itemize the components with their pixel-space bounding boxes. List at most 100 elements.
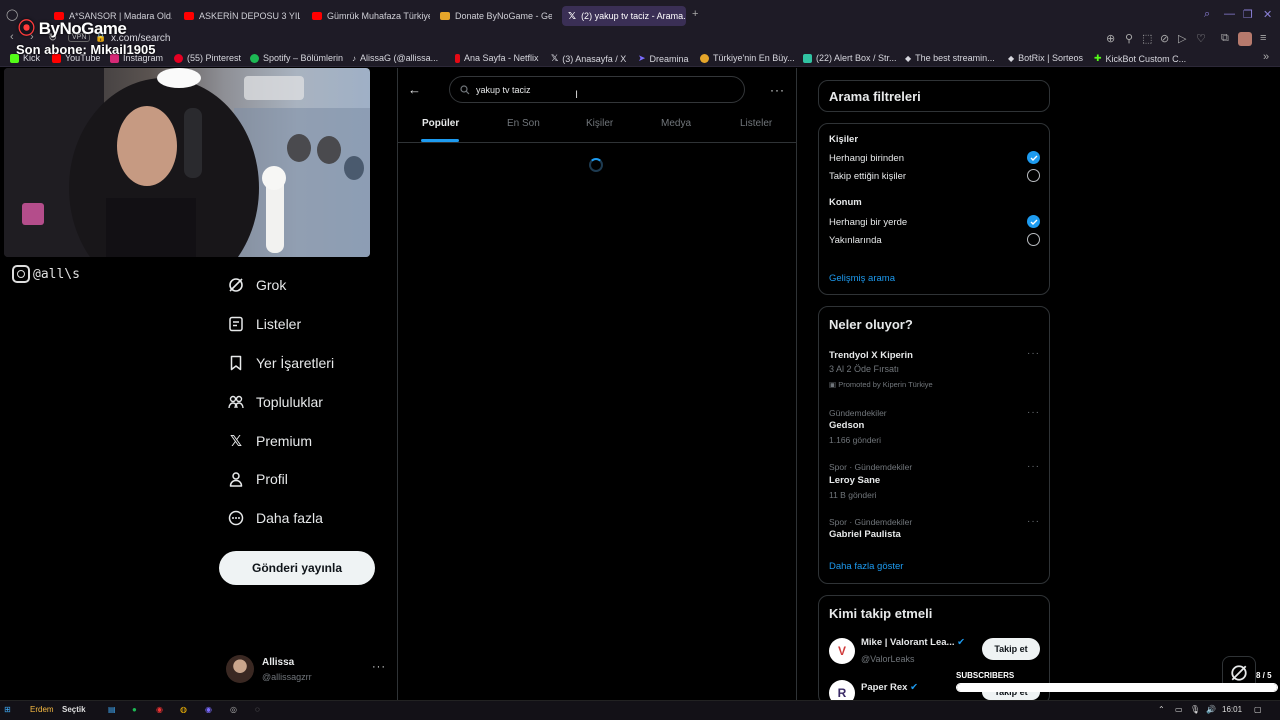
browser-tab-active[interactable]: 𝕏 (2) yakup tv taciz - Arama... [562,6,686,26]
bookmarks-overflow-icon[interactable]: » [1263,51,1269,63]
bookmark-item[interactable]: Ana Sayfa - Netflix [455,53,539,63]
account-handle: @allissagzrr [262,672,312,682]
webcam-feed [4,68,370,257]
bookmark-item[interactable]: (22) Alert Box / Str... [803,53,897,63]
pin-icon[interactable]: ⚲ [1125,32,1133,45]
promoted-by-text: ▣ Promoted by Kiperin Türkiye [829,380,933,389]
trend-more-icon[interactable]: ··· [1027,461,1040,472]
nav-label: Listeler [256,316,302,332]
file-explorer-icon[interactable]: ▤ [108,705,116,714]
back-arrow-icon[interactable]: ‹ [10,31,14,43]
account-more-icon[interactable]: ··· [372,661,386,673]
tiktok-favicon-icon: ♪ [352,53,356,63]
taskbar-clock[interactable]: 16:01 [1222,705,1242,714]
bynogame-mark-icon: ⦿ [18,19,35,38]
discord-taskbar-icon[interactable]: ◉ [205,705,212,714]
new-tab-icon[interactable]: + [692,8,698,20]
tab-media[interactable]: Medya [661,118,691,129]
radio-near-you-icon[interactable] [1027,233,1040,246]
tab-people[interactable]: Kişiler [586,118,613,129]
play-icon[interactable]: ▷ [1178,32,1186,45]
trend-name[interactable]: Gedson [829,420,864,431]
show-more-link[interactable]: Daha fazla göster [829,561,903,572]
bookmark-item[interactable]: ➤ Dreamina [638,53,689,64]
bynogame-favicon-icon [700,53,709,63]
account-name: Allissa [262,657,295,668]
browser-tab[interactable]: Donate ByNoGame - Geli... [440,6,552,26]
tab-popular[interactable]: Popüler [422,118,459,129]
maximize-icon[interactable]: ❐ [1243,8,1253,21]
nav-item-lists[interactable]: Listeler [228,312,301,336]
taskbar-search-label[interactable]: Seçtik [62,705,86,714]
option-people-you-follow[interactable]: Takip ettiğin kişiler [829,171,906,182]
tab-lists[interactable]: Listeler [740,118,772,129]
follow-button[interactable]: Takip et [982,638,1040,660]
volume-icon[interactable]: 🔊 [1206,705,1216,714]
account-switcher[interactable]: Allissa @allissagzrr ··· [226,655,386,687]
radio-anywhere-checked-icon[interactable] [1027,215,1040,228]
option-anyone[interactable]: Herhangi birinden [829,153,904,164]
option-anywhere[interactable]: Herhangi bir yerde [829,217,907,228]
nav-item-premium[interactable]: 𝕏 Premium [228,429,312,453]
nav-item-grok[interactable]: Grok [228,273,286,297]
close-icon[interactable]: ✕ [1263,8,1272,21]
bookmark-item[interactable]: ♪ AlissaG (@allissa... [352,53,438,63]
tab-latest[interactable]: En Son [507,118,540,129]
microphone-icon[interactable]: 🎙 [1190,705,1200,714]
bookmark-item[interactable]: Türkiye'nin En Büy... [700,53,795,63]
spotify-taskbar-icon[interactable]: ● [132,705,137,714]
radio-following-icon[interactable] [1027,169,1040,182]
opera-menu-icon[interactable]: ◯ [6,8,18,21]
start-icon[interactable]: ⊞ [4,705,11,714]
bookmark-item[interactable]: ◆ BotRix | Sorteos [1008,53,1083,63]
trend-more-icon[interactable]: ··· [1027,516,1040,527]
advanced-search-link[interactable]: Gelişmiş arama [829,273,895,284]
back-arrow-icon[interactable]: ← [408,82,421,97]
browser-tab[interactable]: Gümrük Muhafaza Türkiye... [312,6,430,26]
valorant-avatar-icon[interactable]: V [829,638,855,664]
taskbar-user-label[interactable]: Erdem [30,705,54,714]
trend-name[interactable]: Leroy Sane [829,475,880,486]
obs-taskbar-icon[interactable]: ◎ [230,705,237,714]
post-button[interactable]: Gönderi yayınla [219,551,375,585]
text-cursor-icon: I [575,89,579,101]
bookmark-item[interactable]: ◆ The best streamin... [905,53,995,63]
notifications-icon[interactable]: ▢ [1254,705,1262,714]
snapshot-icon[interactable]: ⬚ [1142,32,1152,45]
bookmark-label: Spotify – Bölümlerin [263,53,344,63]
trend-name[interactable]: Gabriel Paulista [829,529,901,540]
bookmark-item[interactable]: Spotify – Bölümlerin [250,53,343,63]
nav-item-profile[interactable]: Profil [228,467,288,491]
nav-item-bookmarks[interactable]: Yer İşaretleri [228,351,334,375]
x-logo-icon: 𝕏 [229,433,243,450]
option-near-you[interactable]: Yakınlarında [829,235,882,246]
minimize-icon[interactable]: — [1224,8,1235,20]
search-input[interactable]: yakup tv taciz [449,76,745,103]
network-icon[interactable]: ▭ [1175,705,1183,714]
follow-account-name[interactable]: Mike | Valorant Lea... ✔ [861,637,965,648]
follow-account-name[interactable]: Paper Rex ✔ [861,682,918,693]
app-taskbar-icon[interactable]: ◌ [255,705,260,714]
nav-item-communities[interactable]: Topluluklar [228,390,323,414]
browser-tab[interactable]: ASKERİN DEPOSU 3 YIL ... [184,6,300,26]
nav-item-more[interactable]: Daha fazla [228,506,323,530]
radio-anyone-checked-icon[interactable] [1027,151,1040,164]
profile-avatar-icon[interactable] [1238,32,1252,46]
bookmark-item[interactable]: ✚ KickBot Custom C... [1094,53,1186,64]
tray-chevron-icon[interactable]: ⌃ [1158,705,1165,714]
heart-icon[interactable]: ♡ [1196,32,1206,45]
zoom-icon[interactable]: ⊕ [1106,32,1115,45]
extensions-icon[interactable]: ⧉ [1221,32,1229,45]
instagram-handle: @all\s [12,265,80,283]
adblock-icon[interactable]: ⊘ [1160,32,1169,45]
search-tabs-icon[interactable]: ⌕ [1204,8,1210,21]
promoted-trend-title[interactable]: Trendyol X Kiperin [829,350,913,361]
trend-more-icon[interactable]: ··· [1027,407,1040,418]
search-more-icon[interactable]: ··· [770,83,785,97]
menu-icon[interactable]: ≡ [1260,32,1266,44]
trend-more-icon[interactable]: ··· [1027,348,1040,359]
bookmark-item[interactable]: (55) Pinterest [174,53,241,63]
bookmark-item[interactable]: 𝕏 (3) Anasayfa / X [551,53,626,64]
chrome-taskbar-icon[interactable]: ◍ [180,705,187,714]
opera-taskbar-icon[interactable]: ◉ [156,705,163,714]
